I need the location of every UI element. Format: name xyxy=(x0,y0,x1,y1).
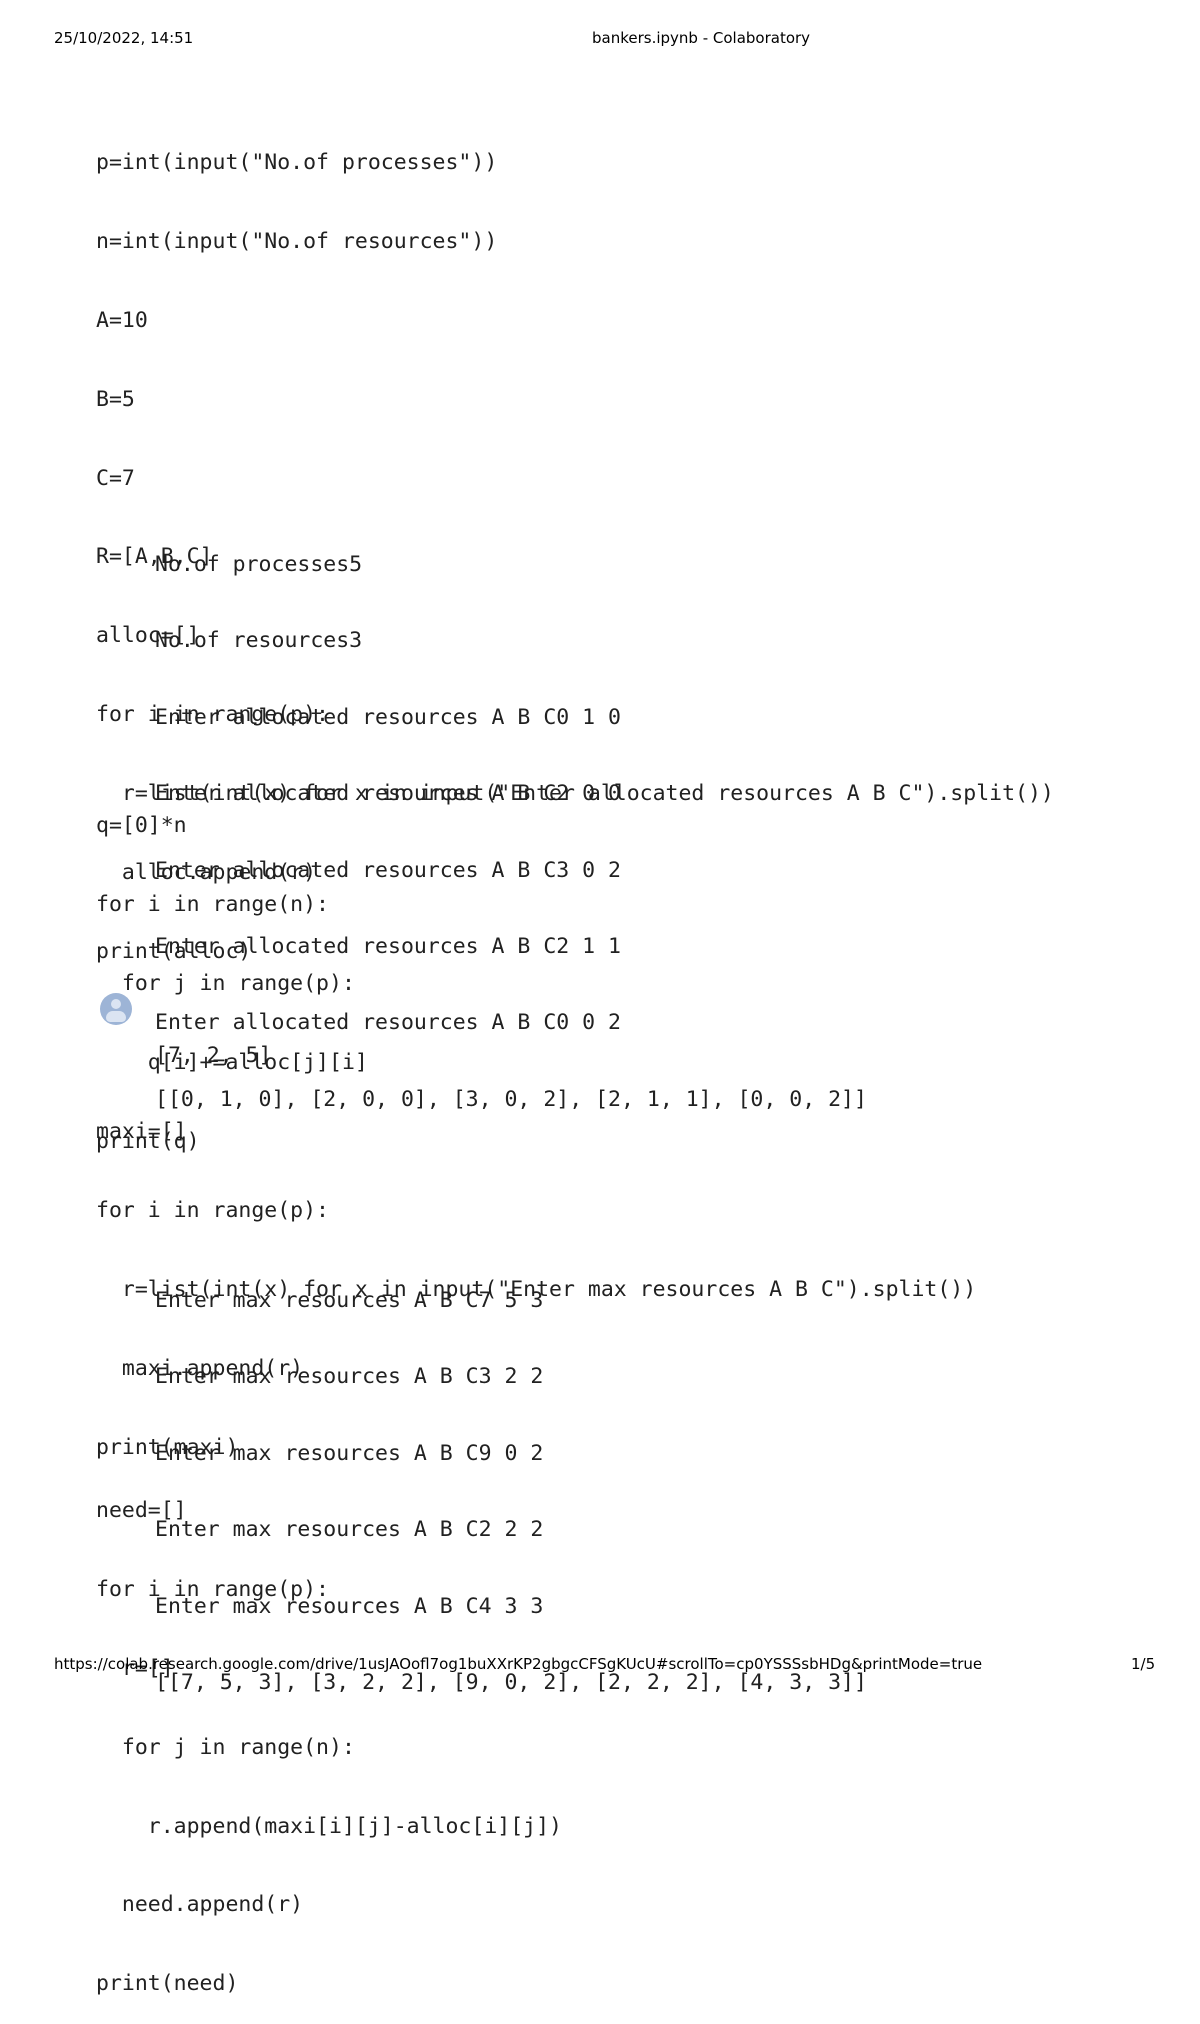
output-line: No.of processes5 xyxy=(155,552,363,577)
output-line: Enter max resources A B C3 2 2 xyxy=(155,1364,544,1390)
code-line: p=int(input("No.of processes")) xyxy=(96,150,498,175)
code-line: r.append(maxi[i][j]-alloc[i][j]) xyxy=(96,1813,562,1839)
code-line: print(need) xyxy=(96,1971,239,1997)
user-avatar-icon xyxy=(100,993,132,1025)
avatar-head xyxy=(111,999,121,1009)
code-line: for i in range(p): xyxy=(96,1576,329,1602)
code-line: for i in range(n): xyxy=(96,891,329,917)
print-datetime: 25/10/2022, 14:51 xyxy=(54,29,194,47)
avatar-body xyxy=(106,1011,126,1022)
code-line: need.append(r) xyxy=(96,1892,304,1918)
code-line: n=int(input("No.of resources")) xyxy=(96,228,498,254)
output-line: Enter max resources A B C7 5 3 xyxy=(155,1288,544,1313)
code-cell-need[interactable]: need=[] for i in range(p): r=[] for j in… xyxy=(96,1447,562,2024)
print-url: https://colab.research.google.com/drive/… xyxy=(54,1655,983,1673)
code-line: C=7 xyxy=(96,465,135,491)
code-line: q=[0]*n xyxy=(96,813,187,838)
output-line: No.of resources3 xyxy=(155,628,363,654)
code-line: need=[] xyxy=(96,1498,187,1523)
output-line: Enter allocated resources A B C0 1 0 xyxy=(155,704,621,730)
output-line: [7, 2, 5] xyxy=(155,1043,272,1068)
print-page-title: bankers.ipynb - Colaboratory xyxy=(592,29,811,47)
code-line: for i in range(p): xyxy=(96,1197,329,1223)
code-line: A=10 xyxy=(96,307,148,333)
code-line: for j in range(n): xyxy=(96,1734,355,1760)
code-line: maxi=[] xyxy=(96,1119,187,1144)
page-number: 1/5 xyxy=(1131,1655,1156,1673)
code-line: B=5 xyxy=(96,386,135,412)
